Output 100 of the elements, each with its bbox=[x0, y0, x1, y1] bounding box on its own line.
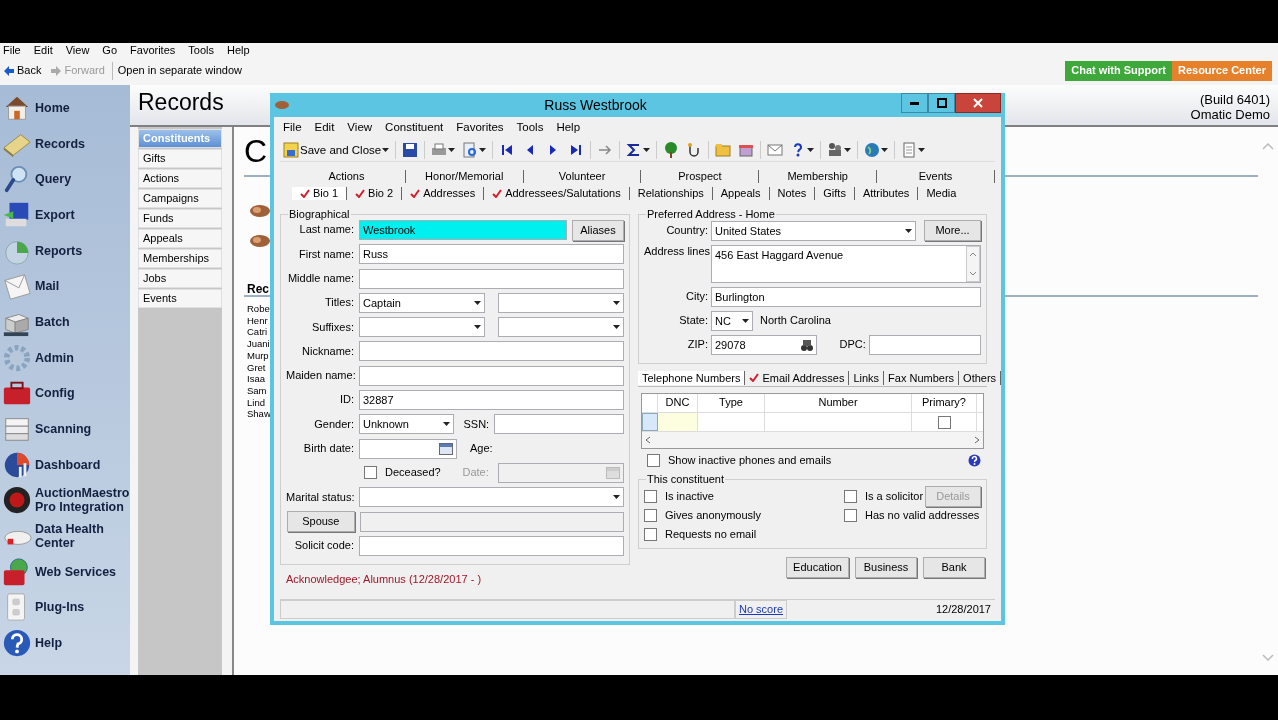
tab[interactable]: Notes bbox=[769, 187, 816, 200]
checkbox[interactable] bbox=[364, 466, 377, 480]
dialog-button[interactable]: Business bbox=[855, 557, 917, 579]
sidebar-item[interactable]: Plug-Ins bbox=[0, 589, 130, 626]
checkbox-label[interactable]: Requests no email bbox=[644, 525, 844, 545]
address-field[interactable]: 456 East Haggard Avenue bbox=[711, 245, 981, 283]
checkbox[interactable] bbox=[644, 528, 657, 542]
category-item[interactable]: Actions bbox=[138, 169, 222, 188]
sidebar-item[interactable]: Web Services bbox=[0, 553, 130, 590]
checkbox-label[interactable]: Show inactive phones and emails bbox=[647, 454, 832, 468]
tab[interactable]: Membership bbox=[759, 170, 878, 183]
column-header[interactable]: Number bbox=[765, 394, 912, 412]
help-icon[interactable] bbox=[968, 454, 981, 468]
web-button[interactable] bbox=[863, 140, 890, 159]
column-header[interactable]: Type bbox=[698, 394, 765, 412]
list-item[interactable]: Shaw bbox=[247, 408, 271, 421]
checkbox-label[interactable]: Has no valid addresses bbox=[844, 509, 980, 523]
tab[interactable]: Bio 1 bbox=[292, 187, 348, 200]
list-item[interactable]: Robe bbox=[247, 303, 270, 315]
dialog-button[interactable]: Education bbox=[786, 557, 849, 579]
score-link[interactable]: No score bbox=[739, 602, 783, 617]
scrollbar[interactable] bbox=[642, 432, 983, 448]
checkbox-label[interactable]: Gives anonymously bbox=[644, 506, 844, 526]
document-button[interactable] bbox=[900, 140, 927, 159]
sidebar-item[interactable]: Help bbox=[0, 625, 130, 661]
column-header[interactable]: DNC bbox=[658, 394, 698, 412]
people-button[interactable] bbox=[826, 140, 853, 159]
checkbox-label[interactable]: Deceased? bbox=[364, 466, 458, 480]
menu-item[interactable]: View bbox=[65, 43, 90, 57]
preview-button[interactable] bbox=[461, 140, 488, 159]
text-field[interactable] bbox=[359, 341, 624, 362]
menu-item[interactable]: Edit bbox=[33, 43, 53, 57]
text-field[interactable] bbox=[868, 335, 981, 355]
tab[interactable]: Addresses bbox=[402, 187, 485, 200]
text-field[interactable]: Westbrook bbox=[359, 220, 567, 240]
list-item[interactable]: Juani bbox=[247, 338, 270, 350]
close-button[interactable] bbox=[955, 93, 1001, 113]
sidebar-item[interactable]: Config bbox=[0, 375, 130, 412]
sidebar-item[interactable]: Mail bbox=[0, 268, 130, 305]
spouse-button[interactable]: Spouse bbox=[287, 511, 355, 533]
tab[interactable]: Links bbox=[849, 370, 885, 385]
menu-item[interactable]: Edit bbox=[314, 121, 335, 138]
text-field[interactable]: Burlington bbox=[711, 287, 981, 307]
category-item[interactable]: Campaigns bbox=[138, 189, 222, 208]
menu-item[interactable]: Constituent bbox=[385, 121, 444, 138]
category-item[interactable]: Events bbox=[138, 289, 222, 308]
checkbox[interactable] bbox=[844, 490, 857, 504]
menu-item[interactable]: File bbox=[3, 43, 21, 57]
dropdown[interactable]: Captain bbox=[359, 292, 486, 313]
text-field[interactable] bbox=[494, 414, 624, 435]
list-item[interactable]: Sam bbox=[247, 384, 267, 397]
text-field[interactable]: 32887 bbox=[359, 390, 624, 411]
tab[interactable]: Media bbox=[918, 187, 965, 200]
tab[interactable]: Telephone Numbers bbox=[638, 370, 746, 385]
list-item[interactable]: Gret bbox=[247, 361, 266, 374]
tab[interactable]: Appeals bbox=[712, 187, 770, 200]
aliases-button[interactable]: Aliases bbox=[572, 219, 624, 241]
category-item[interactable]: Memberships bbox=[138, 249, 222, 268]
tab[interactable]: Bio 2 bbox=[347, 187, 403, 200]
sidebar-item[interactable]: Data Health Center bbox=[0, 518, 130, 554]
checkbox[interactable] bbox=[937, 415, 951, 429]
open-window-link[interactable]: Open in separate window bbox=[117, 64, 242, 78]
list-item[interactable]: Catri bbox=[247, 326, 268, 339]
column-header[interactable]: Primary? bbox=[912, 394, 977, 412]
save-button[interactable] bbox=[401, 140, 420, 159]
checkbox[interactable] bbox=[644, 509, 657, 523]
checkbox[interactable] bbox=[644, 490, 657, 504]
tab[interactable]: Gifts bbox=[815, 187, 855, 200]
tab[interactable]: Events bbox=[877, 170, 995, 183]
dropdown[interactable]: United States bbox=[711, 220, 917, 241]
date-field[interactable] bbox=[359, 438, 457, 459]
tab[interactable]: Addressees/Salutations bbox=[484, 187, 630, 200]
checkbox-label[interactable]: Is a solicitor bbox=[844, 490, 924, 504]
sidebar-item[interactable]: Admin bbox=[0, 339, 130, 376]
sidebar-item[interactable]: Batch bbox=[0, 304, 130, 340]
category-item[interactable]: Appeals bbox=[138, 229, 222, 248]
menu-item[interactable]: View bbox=[347, 121, 373, 138]
back-button[interactable]: Back bbox=[4, 64, 42, 78]
text-field[interactable]: 29078 bbox=[711, 335, 817, 355]
menu-item[interactable]: Help bbox=[556, 121, 581, 138]
sidebar-item[interactable]: Home bbox=[0, 90, 130, 126]
text-field[interactable] bbox=[359, 365, 624, 386]
checkbox[interactable] bbox=[647, 454, 660, 468]
sidebar-item[interactable]: AuctionMaestro Pro Integration bbox=[0, 482, 130, 519]
sidebar-item[interactable]: Reports bbox=[0, 232, 130, 269]
dropdown[interactable]: Unknown bbox=[359, 414, 455, 435]
menu-item[interactable]: File bbox=[283, 121, 302, 138]
sidebar-item[interactable]: Export bbox=[0, 197, 130, 233]
tab[interactable]: Actions bbox=[288, 170, 406, 183]
text-field[interactable] bbox=[359, 535, 624, 556]
list-item[interactable]: Henr bbox=[247, 314, 268, 327]
checkbox[interactable] bbox=[844, 509, 857, 523]
save-close-button[interactable]: Save and Close bbox=[282, 140, 391, 159]
sidebar-item[interactable]: Query bbox=[0, 161, 130, 198]
sidebar-item[interactable]: Dashboard bbox=[0, 446, 130, 483]
menu-item[interactable]: Tools bbox=[516, 121, 544, 138]
list-item[interactable]: Lind bbox=[247, 396, 265, 409]
minimize-button[interactable] bbox=[901, 93, 928, 113]
tab[interactable]: Volunteer bbox=[523, 170, 642, 183]
menu-item[interactable]: Tools bbox=[188, 43, 214, 57]
